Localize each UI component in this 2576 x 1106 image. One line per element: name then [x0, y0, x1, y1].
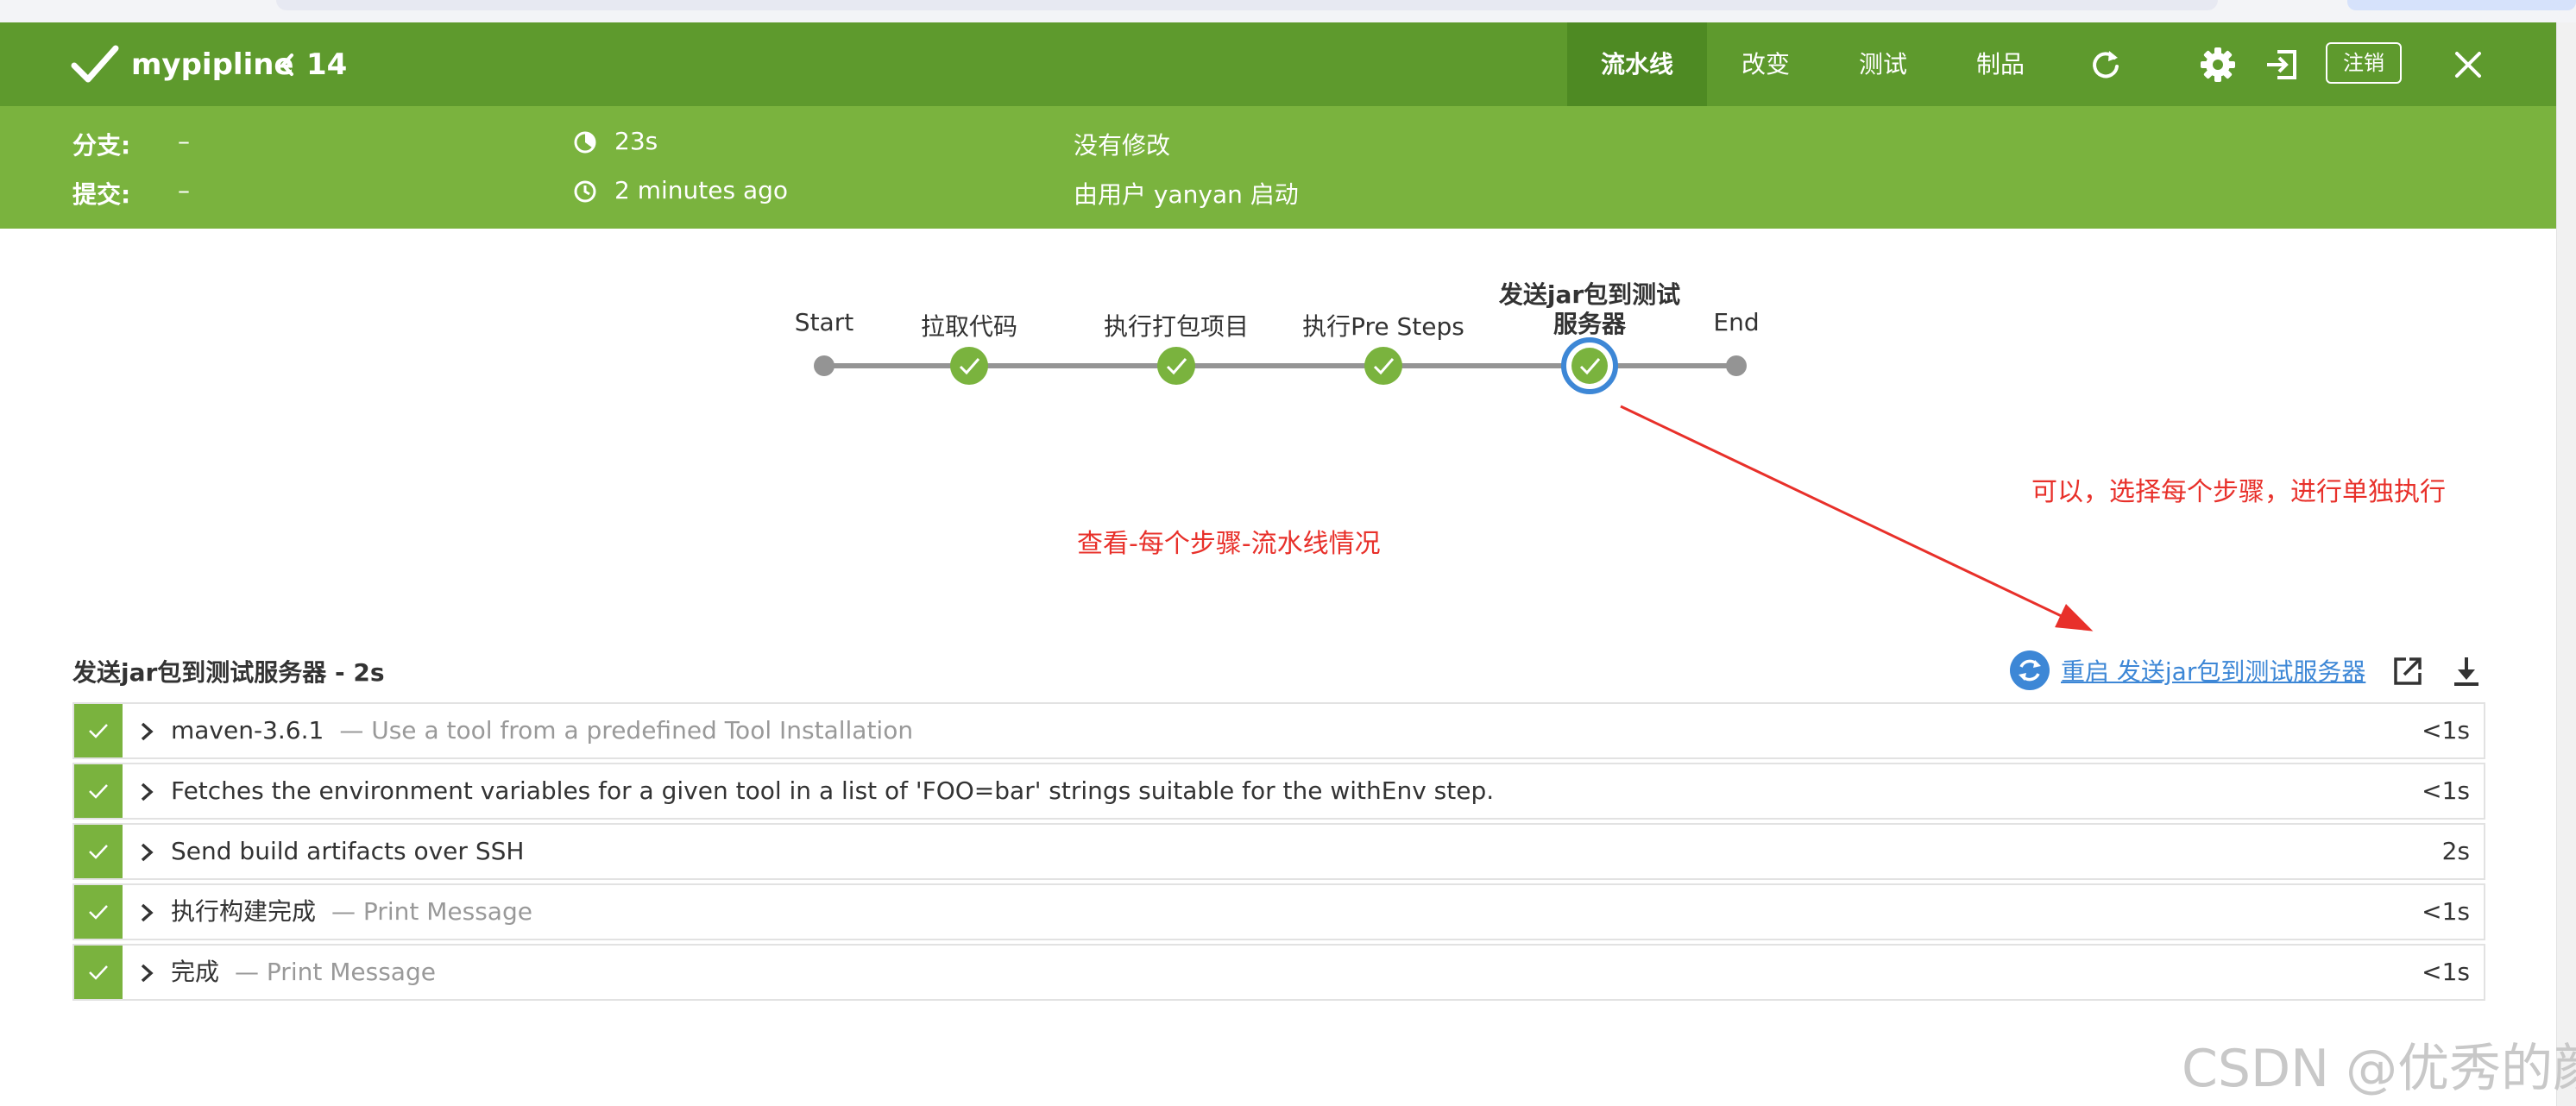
step-row[interactable]: Fetches the environment variables for a … — [72, 763, 2485, 820]
step-duration: <1s — [2422, 958, 2470, 986]
step-name: maven-3.6.1 — Use a tool from a predefine… — [171, 704, 913, 757]
browser-pill[interactable] — [2347, 0, 2576, 10]
step-row[interactable]: 执行构建完成 — Print Message <1s — [72, 883, 2485, 940]
step-title: Send build artifacts over SSH — [171, 837, 525, 865]
step-success-check-icon — [74, 764, 123, 818]
success-check-icon — [71, 45, 119, 83]
step-duration: <1s — [2422, 776, 2470, 805]
exit-to-classic-icon[interactable] — [2256, 22, 2308, 106]
browser-chrome — [0, 0, 2576, 22]
step-name: 完成 — Print Message — [171, 946, 436, 999]
tab-artifacts[interactable]: 制品 — [1942, 22, 2059, 106]
step-success-check-icon — [74, 885, 123, 939]
started-time: 2 minutes ago — [614, 176, 789, 204]
stage-node-checkout[interactable] — [950, 347, 988, 385]
step-row[interactable]: 完成 — Print Message <1s — [72, 944, 2485, 1001]
step-name: Send build artifacts over SSH — [171, 825, 524, 878]
branch-label: 分支: — [72, 131, 131, 160]
run-number: 14 — [306, 47, 348, 82]
step-title: Fetches the environment variables for a … — [171, 776, 1495, 805]
step-title: 完成 — [171, 958, 220, 986]
stage-node-deploy[interactable] — [1561, 337, 1618, 394]
annotation-arrow — [1620, 405, 2094, 632]
chevron-right-icon[interactable] — [138, 901, 155, 925]
close-icon[interactable] — [2442, 22, 2494, 106]
branch-value: – — [178, 127, 190, 155]
duration-value: 23s — [614, 127, 658, 155]
tab-pipeline[interactable]: 流水线 — [1567, 22, 1707, 106]
download-icon[interactable] — [2451, 654, 2482, 688]
commit-value: – — [178, 176, 190, 204]
commit-label: 提交: — [72, 180, 131, 209]
address-bar[interactable] — [276, 0, 2218, 10]
step-duration: <1s — [2422, 897, 2470, 926]
step-duration: 2s — [2441, 837, 2470, 865]
step-name: Fetches the environment variables for a … — [171, 764, 1494, 818]
step-success-check-icon — [74, 704, 123, 757]
clock-icon — [574, 180, 596, 203]
window-scrollbar[interactable] — [2556, 22, 2576, 1106]
gear-icon[interactable] — [2192, 22, 2244, 106]
chevron-right-icon[interactable] — [138, 961, 155, 985]
steps-panel-title: 发送jar包到测试服务器 - 2s — [72, 658, 385, 687]
tab-tests[interactable]: 测试 — [1824, 22, 1942, 106]
changes-text: 没有修改 — [1074, 131, 1171, 160]
pipeline-name[interactable]: mypipline — [131, 45, 294, 85]
stage-node-package[interactable] — [1157, 347, 1195, 385]
step-row[interactable]: maven-3.6.1 — Use a tool from a predefine… — [72, 702, 2485, 759]
logout-button[interactable]: 注销 — [2326, 42, 2402, 84]
stage-node-end[interactable] — [1726, 355, 1747, 376]
rerun-icon[interactable] — [2080, 22, 2132, 106]
step-title: 执行构建完成 — [171, 897, 317, 926]
run-summary: 分支: – 提交: – 23s 2 minutes ago 没有修改 由用户 y… — [0, 106, 2556, 229]
step-description: — Print Message — [235, 958, 436, 986]
open-in-new-icon[interactable] — [2390, 654, 2425, 688]
step-duration: <1s — [2422, 716, 2470, 745]
step-description: — Use a tool from a predefined Tool Inst… — [339, 716, 914, 745]
step-success-check-icon — [74, 825, 123, 878]
restart-stage[interactable]: 重启 发送jar包到测试服务器 — [2009, 649, 2365, 692]
stage-node-start[interactable] — [814, 355, 835, 376]
annotation-right: 可以，选择每个步骤，进行单独执行 — [2031, 477, 2446, 507]
duration-icon — [574, 131, 596, 154]
annotation-left: 查看-每个步骤-流水线情况 — [1077, 529, 1381, 559]
pipeline-graph: Start 拉取代码 执行打包项目 执行Pre Steps 发送jar包到测试服… — [0, 229, 2556, 634]
step-success-check-icon — [74, 946, 123, 999]
restart-icon[interactable] — [2009, 650, 2050, 691]
watermark: CSDN @优秀的颜 — [2182, 1039, 2576, 1099]
chevron-left-icon — [281, 53, 293, 76]
stage-node-presteps[interactable] — [1364, 347, 1402, 385]
chevron-right-icon[interactable] — [138, 780, 155, 804]
restart-stage-link[interactable]: 重启 发送jar包到测试服务器 — [2061, 653, 2365, 688]
step-title: maven-3.6.1 — [171, 716, 324, 745]
run-header: mypipline 14 流水线 改变 测试 制品 注销 — [0, 22, 2556, 106]
stage-graph-svg — [814, 337, 2094, 632]
started-by: 由用户 yanyan 启动 — [1074, 180, 1299, 209]
step-row[interactable]: Send build artifacts over SSH 2s — [72, 823, 2485, 880]
tab-changes[interactable]: 改变 — [1707, 22, 1824, 106]
step-description: — Print Message — [331, 897, 532, 926]
chevron-right-icon[interactable] — [138, 840, 155, 864]
chevron-right-icon[interactable] — [138, 720, 155, 744]
step-name: 执行构建完成 — Print Message — [171, 885, 532, 939]
